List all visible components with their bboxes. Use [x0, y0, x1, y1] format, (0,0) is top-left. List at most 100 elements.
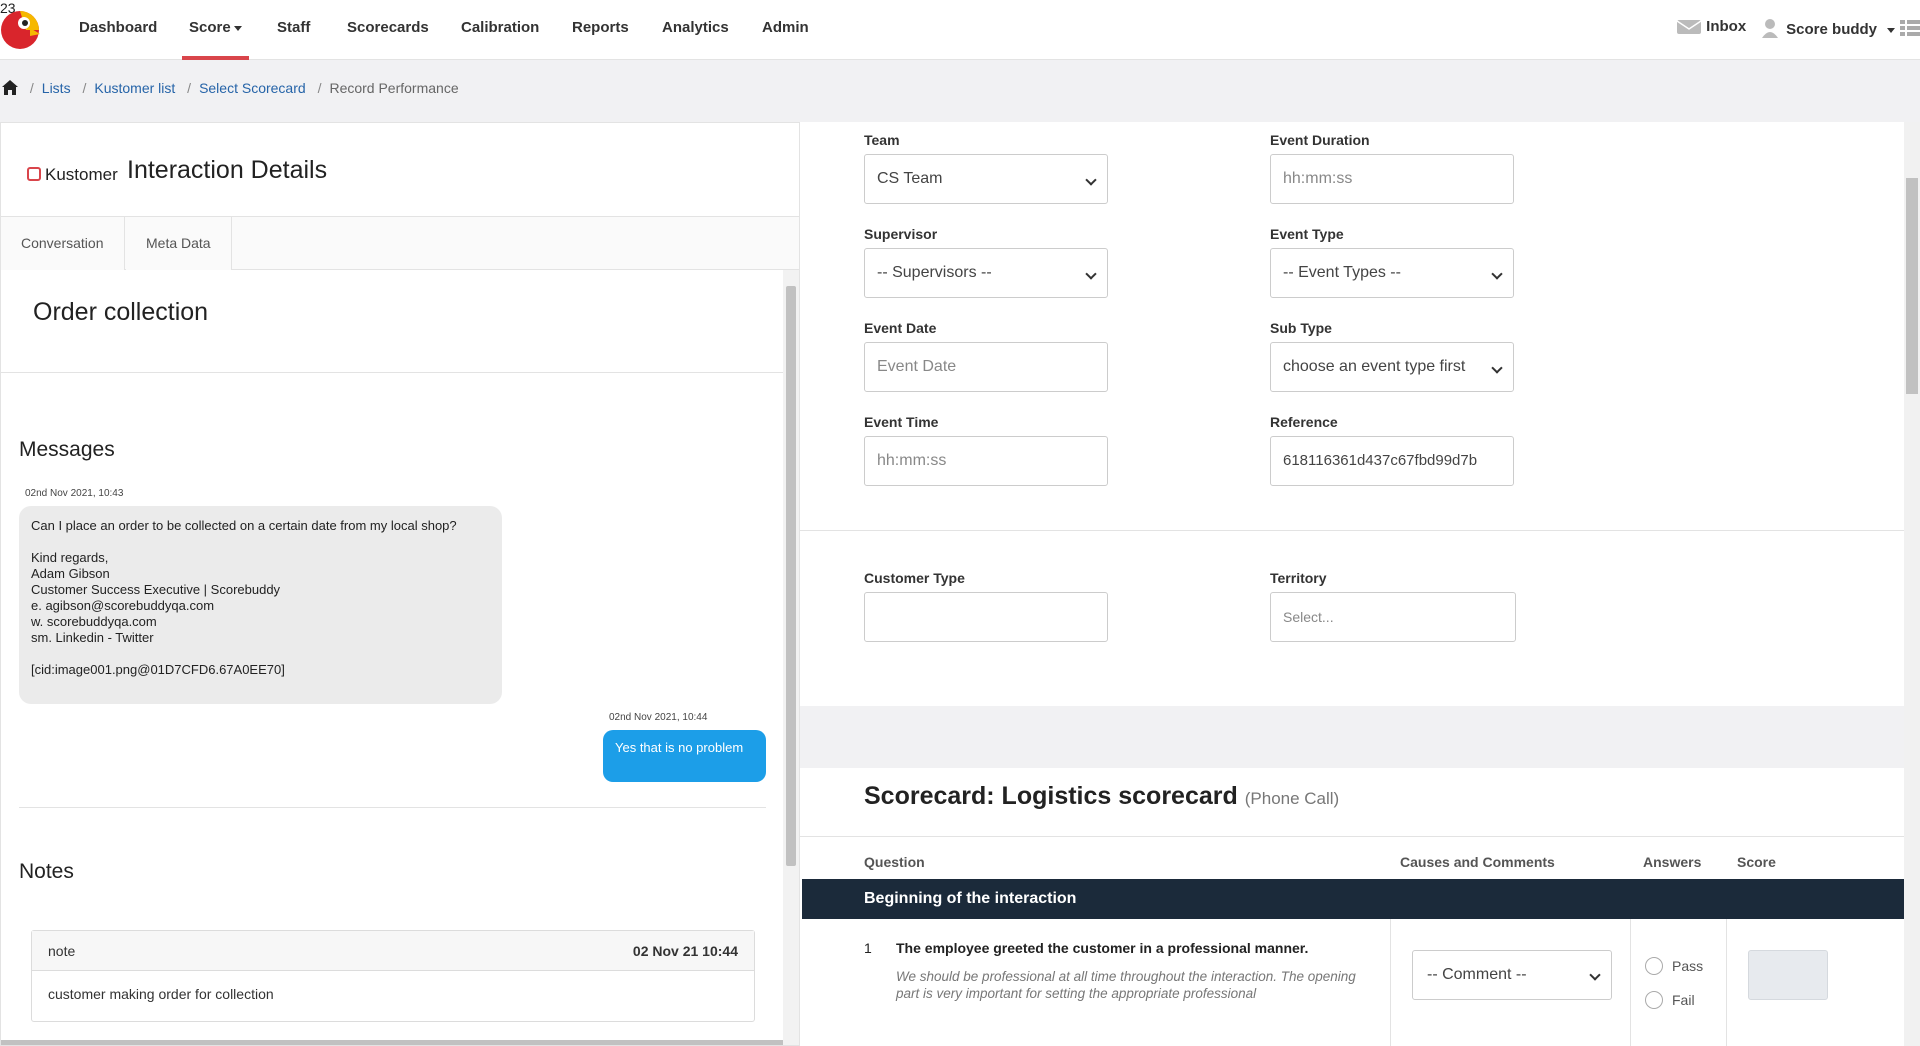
home-icon[interactable]: [2, 80, 18, 95]
pass-label: Pass: [1672, 958, 1704, 974]
record-form-panel: Team CS Team Event Duration hh:mm:ss Sup…: [800, 122, 1904, 1046]
sub-type-label: Sub Type: [1270, 320, 1332, 336]
inbox-label: Inbox: [1706, 18, 1747, 35]
event-time-input[interactable]: hh:mm:ss: [864, 436, 1108, 486]
pass-radio[interactable]: [1645, 957, 1663, 975]
nav-scorecards[interactable]: Scorecards: [347, 0, 429, 58]
user-menu[interactable]: Score buddy: [1762, 18, 1896, 38]
interaction-tabs: Conversation Meta Data: [1, 217, 799, 270]
event-date-input[interactable]: Event Date: [864, 342, 1108, 392]
breadcrumb-lists[interactable]: Lists: [42, 80, 71, 96]
kustomer-icon: [27, 167, 41, 181]
header-answers: Answers: [1643, 854, 1702, 870]
tab-conversation[interactable]: Conversation: [1, 217, 125, 270]
nav-reports[interactable]: Reports: [572, 0, 629, 58]
sub-type-select[interactable]: choose an event type first: [1270, 342, 1514, 392]
note-header: note 02 Nov 21 10:44: [32, 931, 754, 971]
nav-dashboard[interactable]: Dashboard: [79, 0, 157, 58]
conversation-title: Order collection: [33, 298, 209, 326]
message-timestamp: 02nd Nov 2021, 10:43: [25, 488, 124, 499]
nav-score[interactable]: Score: [182, 0, 249, 60]
top-nav: Dashboard Score Staff Scorecards Calibra…: [0, 0, 1920, 60]
fail-radio[interactable]: [1645, 991, 1663, 1009]
note-label: note: [48, 943, 76, 959]
section-header: Beginning of the interaction: [802, 879, 1904, 919]
messages-heading: Messages: [19, 438, 115, 461]
note-date: 02 Nov 21 10:44: [632, 943, 738, 959]
score-field[interactable]: [1748, 950, 1828, 1000]
divider: [19, 807, 766, 808]
parrot-logo-icon[interactable]: [0, 8, 42, 52]
interaction-header: Kustomer Interaction Details: [1, 123, 799, 217]
nav-calibration[interactable]: Calibration: [461, 0, 539, 58]
fail-label: Fail: [1672, 992, 1695, 1008]
inbox-link[interactable]: Inbox: [1676, 18, 1746, 40]
event-details-card: Team CS Team Event Duration hh:mm:ss Sup…: [800, 122, 1904, 706]
menu-grid-icon[interactable]: [1900, 20, 1920, 36]
divider: [800, 530, 1904, 531]
chevron-down-icon: [1887, 27, 1896, 33]
header-score: Score: [1737, 854, 1776, 870]
note-card: note 02 Nov 21 10:44 customer making ord…: [31, 930, 755, 1022]
horizontal-scrollbar[interactable]: [1, 1040, 783, 1045]
event-type-select[interactable]: -- Event Types --: [1270, 248, 1514, 298]
tab-meta-data[interactable]: Meta Data: [126, 217, 232, 270]
conversation-scroll-area[interactable]: Order collection Messages 02nd Nov 2021,…: [1, 270, 799, 1045]
outgoing-message: Yes that is no problem: [603, 730, 766, 782]
scorecard-card: Scorecard: Logistics scorecard (Phone Ca…: [800, 768, 1904, 1046]
event-duration-label: Event Duration: [1270, 132, 1370, 148]
event-type-label: Event Type: [1270, 226, 1344, 242]
question-description: We should be professional at all time th…: [896, 969, 1356, 1001]
nav-staff[interactable]: Staff: [277, 0, 310, 58]
breadcrumb-select-scorecard[interactable]: Select Scorecard: [199, 80, 306, 96]
kustomer-logo: Kustomer: [27, 165, 118, 185]
comment-select[interactable]: -- Comment --: [1412, 950, 1612, 1000]
scrollbar-thumb[interactable]: [1906, 178, 1918, 394]
breadcrumb: / Lists / Kustomer list / Select Scorecard …: [0, 80, 459, 100]
team-label: Team: [864, 132, 900, 148]
column-divider: [1630, 919, 1631, 1046]
question-number: 1: [864, 940, 872, 956]
user-avatar-icon: [1762, 19, 1778, 38]
territory-select[interactable]: Select...: [1270, 592, 1516, 642]
scorecard-name: Scorecard: Logistics scorecard: [864, 782, 1238, 810]
column-divider: [1726, 919, 1727, 1046]
scrollbar-thumb[interactable]: [786, 286, 796, 866]
interaction-panel: Kustomer Interaction Details Conversatio…: [0, 122, 800, 1046]
supervisor-label: Supervisor: [864, 226, 938, 242]
divider: [1, 372, 783, 373]
incoming-message: Can I place an order to be collected on …: [19, 506, 502, 704]
notes-heading: Notes: [19, 860, 74, 883]
scorecard-title: Scorecard: Logistics scorecard (Phone Ca…: [864, 782, 1339, 811]
header-comments: Causes and Comments: [1400, 854, 1555, 870]
reference-label: Reference: [1270, 414, 1338, 430]
interaction-title: Interaction Details: [127, 156, 328, 184]
kustomer-brand: Kustomer: [45, 165, 118, 184]
reference-input[interactable]: 618116361d437c67fbd99d7b: [1270, 436, 1514, 486]
team-select[interactable]: CS Team: [864, 154, 1108, 204]
nav-admin[interactable]: Admin: [762, 0, 809, 58]
supervisor-select[interactable]: -- Supervisors --: [864, 248, 1108, 298]
customer-type-label: Customer Type: [864, 570, 965, 586]
note-body: customer making order for collection: [48, 986, 274, 1002]
chevron-down-icon: [233, 25, 242, 31]
message-timestamp: 02nd Nov 2021, 10:44: [609, 712, 708, 723]
user-name: Score buddy: [1786, 21, 1878, 38]
vertical-scrollbar[interactable]: [783, 270, 799, 1045]
column-divider: [1390, 919, 1391, 1046]
event-time-label: Event Time: [864, 414, 939, 430]
nav-analytics[interactable]: Analytics: [662, 0, 729, 58]
event-duration-input[interactable]: hh:mm:ss: [1270, 154, 1514, 204]
breadcrumb-kustomer-list[interactable]: Kustomer list: [94, 80, 175, 96]
breadcrumb-current: Record Performance: [329, 80, 459, 96]
scorecard-channel: (Phone Call): [1244, 789, 1340, 808]
page-scrollbar[interactable]: [1904, 122, 1920, 1046]
envelope-icon: [1676, 20, 1702, 35]
header-question: Question: [864, 854, 925, 870]
nav-score-label: Score: [189, 19, 231, 36]
territory-label: Territory: [1270, 570, 1327, 586]
customer-type-input[interactable]: [864, 592, 1108, 642]
event-date-label: Event Date: [864, 320, 937, 336]
question-text: The employee greeted the customer in a p…: [896, 940, 1309, 956]
divider: [800, 836, 1904, 837]
